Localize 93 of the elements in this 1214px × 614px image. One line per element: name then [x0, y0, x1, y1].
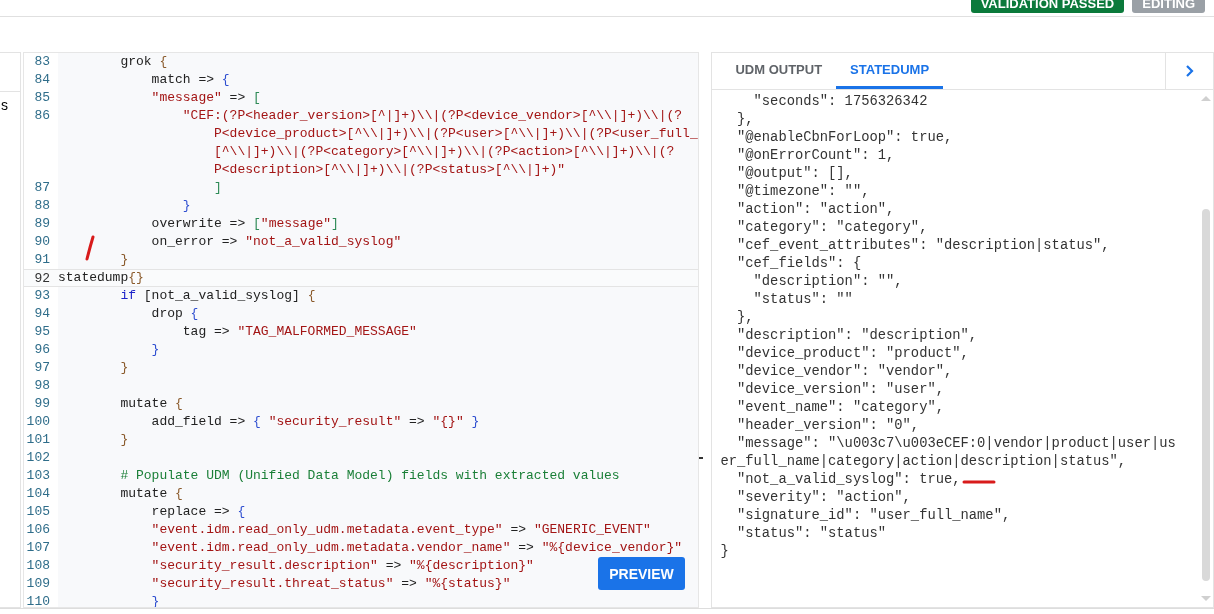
code-line: if [not_a_valid_syslog] {	[120, 287, 316, 305]
json-line: "status": ""	[752, 291, 853, 309]
code-line: }	[151, 593, 160, 607]
code-editor[interactable]	[23, 52, 700, 608]
code-line: add_field => { "security_result" => "{}" }	[151, 413, 480, 431]
json-line: "cef_event_attributes": "description|status",	[736, 237, 1110, 255]
line-number: 106	[26, 522, 50, 537]
code-line: mutate {	[120, 395, 183, 413]
line-number: 88	[34, 198, 50, 213]
json-line: "event_name": "category",	[736, 399, 944, 417]
json-line: "severity": "action",	[736, 489, 911, 507]
code-line: }	[182, 197, 191, 215]
line-number: 98	[34, 378, 50, 393]
line-number: 102	[26, 450, 50, 465]
json-line: "@onErrorCount": 1,	[736, 147, 895, 165]
line-number: 93	[34, 288, 50, 303]
json-line: "@timezone": "",	[736, 183, 870, 201]
code-line: }	[151, 341, 160, 359]
sidebar-text: s	[1, 97, 9, 113]
line-number: 90	[34, 234, 50, 249]
line-number: 100	[26, 414, 50, 429]
code-line: tag => "TAG_MALFORMED_MESSAGE"	[182, 323, 417, 341]
line-number: 89	[34, 216, 50, 231]
code-line: match => {	[151, 71, 230, 89]
line-number: 86	[34, 108, 50, 123]
code-line: P<description>[^\\|]+)\\|(?P<status>[^\\|]+)"	[214, 161, 566, 179]
code-line: on_error => "not_a_valid_syslog"	[151, 233, 402, 251]
json-line: "status": "status"	[736, 525, 886, 543]
json-line: "signature_id": "user_full_name",	[736, 507, 1011, 525]
code-line: [^\\|]+)\\|(?P<category>[^\\|]+)\\|(?P<action>[^\\|]+)\\|(?	[214, 143, 675, 161]
json-line: "message": "\u003c7\u003eCEF:0|vendor|product|user|user_full_name|category|action|description|status",	[720, 435, 1176, 471]
line-number: 91	[34, 252, 50, 267]
scroll-down-icon[interactable]	[1200, 595, 1212, 603]
json-line: "description": "description",	[736, 327, 978, 345]
json-line: "device_vendor": "vendor",	[736, 363, 953, 381]
line-number: 103	[26, 468, 50, 483]
code-line: }	[120, 359, 129, 377]
json-line: "seconds": 1756326342	[752, 93, 928, 111]
line-number: 83	[34, 54, 50, 69]
line-number: 107	[26, 540, 50, 555]
code-line: P<device_product>[^\\|]+)\\|(?P<user>[^\\|]+)\\|(?P<user_full_	[214, 125, 698, 143]
line-number: 109	[26, 576, 50, 591]
line-number: 110	[26, 594, 50, 607]
code-line: "event.idm.read_only_udm.metadata.vendor_name" => "%{device_vendor}"	[151, 539, 683, 557]
code-line: "security_result.description" => "%{description}"	[151, 557, 534, 575]
code-line: "security_result.threat_status" => "%{status}"	[151, 575, 511, 593]
preview-button[interactable]: PREVIEW	[598, 557, 685, 590]
line-number: 99	[34, 396, 50, 411]
line-number: 92	[34, 271, 50, 286]
json-line: "device_product": "product",	[736, 345, 969, 363]
json-line: },	[736, 309, 754, 327]
json-line: "action": "action",	[736, 201, 895, 219]
splitter-handle[interactable]	[697, 457, 704, 459]
json-line: "@output": [],	[736, 165, 853, 183]
line-number: 84	[34, 72, 50, 87]
line-number: 108	[26, 558, 50, 573]
code-line: # Populate UDM (Unified Data Model) fields with extracted values	[120, 467, 620, 485]
code-line: grok {	[120, 53, 168, 71]
code-line: "CEF:(?P<header_version>[^|]+)\\|(?P<device_vendor>[^\\|]+)\\|(?	[182, 107, 683, 125]
line-number: 105	[26, 504, 50, 519]
code-line: overwrite => ["message"]	[151, 215, 339, 233]
json-line: "header_version": "0",	[736, 417, 920, 435]
annotation-mark	[84, 235, 96, 261]
json-line: }	[720, 543, 729, 561]
line-number: 104	[26, 486, 50, 501]
json-line: "description": "",	[752, 273, 903, 291]
json-line: "category": "category",	[736, 219, 928, 237]
line-number: 95	[34, 324, 50, 339]
json-line: "@enableCbnForLoop": true,	[736, 129, 953, 147]
code-line: }	[120, 251, 129, 269]
line-number: 96	[34, 342, 50, 357]
scroll-up-icon[interactable]	[1200, 94, 1212, 102]
line-number: 87	[34, 180, 50, 195]
panel-tab[interactable]: STATEDUMP	[836, 53, 944, 89]
panel-tab[interactable]: UDM OUTPUT	[721, 53, 837, 89]
json-line: "cef_fields": {	[736, 255, 862, 273]
annotation-mark	[962, 479, 997, 485]
line-number: 101	[26, 432, 50, 447]
chevron-right-icon	[1184, 64, 1195, 78]
line-number: 94	[34, 306, 50, 321]
code-line: "event.idm.read_only_udm.metadata.event_type" => "GENERIC_EVENT"	[151, 521, 651, 539]
code-line: statedump{}	[58, 269, 144, 287]
json-line: "device_version": "user",	[736, 381, 944, 399]
json-line: },	[736, 111, 754, 129]
code-line: ]	[214, 179, 222, 197]
code-line: }	[120, 431, 129, 449]
code-line: "message" => [	[151, 89, 261, 107]
json-line: "not_a_valid_syslog": true,	[736, 471, 961, 489]
code-line: drop {	[151, 305, 199, 323]
line-number: 97	[34, 360, 50, 375]
code-line: mutate {	[120, 485, 183, 503]
code-line: replace => {	[151, 503, 246, 521]
line-number: 85	[34, 90, 50, 105]
